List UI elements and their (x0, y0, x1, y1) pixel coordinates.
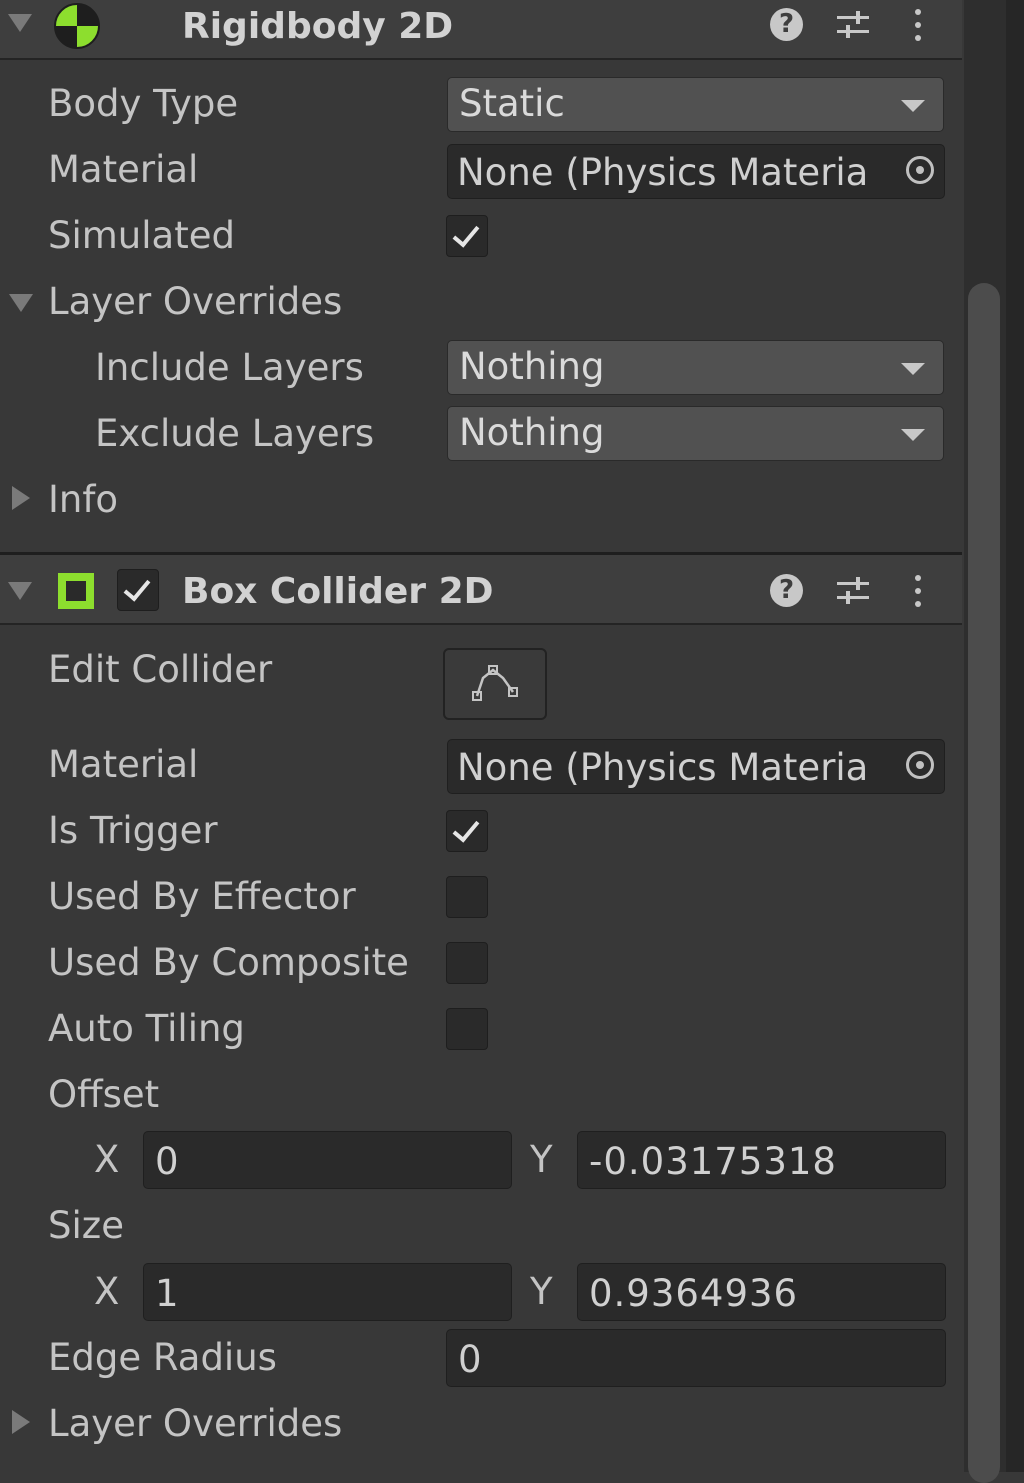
exclude-layers-dropdown[interactable]: Nothing (447, 406, 944, 461)
object-picker-icon[interactable] (906, 751, 934, 779)
offset-x-label[interactable]: X (94, 1138, 119, 1182)
layer-overrides-foldout-arrow[interactable] (12, 1410, 30, 1434)
box-collider-foldout-arrow[interactable] (8, 582, 32, 600)
offset-label: Offset (48, 1073, 160, 1116)
help-icon[interactable]: ? (770, 8, 803, 41)
edit-collider-icon (472, 665, 518, 701)
size-x-label[interactable]: X (94, 1270, 119, 1314)
chevron-down-icon (901, 429, 925, 441)
box-collider-icon (58, 573, 94, 609)
used-by-composite-label: Used By Composite (48, 941, 409, 984)
presets-icon[interactable] (835, 575, 871, 607)
presets-icon[interactable] (835, 9, 871, 41)
offset-y-label[interactable]: Y (530, 1138, 553, 1182)
material-value: None (Physics Materia (457, 151, 869, 194)
info-foldout-arrow[interactable] (12, 486, 30, 510)
help-icon[interactable]: ? (770, 574, 803, 607)
info-label[interactable]: Info (48, 478, 118, 522)
simulated-label: Simulated (48, 214, 235, 257)
body-type-dropdown[interactable]: Static (447, 77, 944, 132)
size-y-value: 0.9364936 (589, 1272, 799, 1315)
edge-radius-label: Edge Radius (48, 1336, 277, 1379)
layer-overrides-foldout-arrow[interactable] (9, 294, 33, 312)
offset-x-field[interactable]: 0 (143, 1131, 512, 1189)
rigidbody-foldout-arrow[interactable] (8, 14, 32, 32)
body-type-label: Body Type (48, 82, 239, 125)
used-by-effector-checkbox[interactable] (446, 876, 488, 918)
size-y-field[interactable]: 0.9364936 (577, 1263, 946, 1321)
chevron-down-icon (901, 363, 925, 375)
include-layers-dropdown[interactable]: Nothing (447, 340, 944, 395)
checkmark-icon (123, 573, 151, 602)
material-object-field[interactable]: None (Physics Materia (447, 739, 945, 794)
edit-collider-button[interactable] (443, 648, 547, 720)
chevron-down-icon (901, 100, 925, 112)
layer-overrides-label[interactable]: Layer Overrides (48, 280, 342, 324)
object-picker-icon[interactable] (906, 156, 934, 184)
offset-x-value: 0 (155, 1140, 180, 1183)
exclude-layers-label: Exclude Layers (95, 412, 375, 455)
include-layers-label: Include Layers (95, 346, 364, 389)
is-trigger-checkbox[interactable] (446, 810, 488, 852)
material-value: None (Physics Materia (457, 746, 869, 789)
auto-tiling-label: Auto Tiling (48, 1007, 245, 1050)
box-collider-enabled-checkbox[interactable] (117, 569, 159, 611)
size-x-value: 1 (155, 1272, 180, 1315)
used-by-composite-checkbox[interactable] (446, 942, 488, 984)
material-label: Material (48, 148, 199, 191)
include-layers-value: Nothing (459, 345, 605, 388)
checkmark-icon (452, 219, 480, 248)
kebab-menu-icon[interactable] (915, 9, 921, 48)
auto-tiling-checkbox[interactable] (446, 1008, 488, 1050)
window-edge (1006, 0, 1024, 1472)
used-by-effector-label: Used By Effector (48, 875, 356, 918)
size-x-field[interactable]: 1 (143, 1263, 512, 1321)
rigidbody-header[interactable] (0, 0, 962, 60)
layer-overrides-label[interactable]: Layer Overrides (48, 1402, 342, 1446)
is-trigger-label: Is Trigger (48, 809, 218, 852)
edge-radius-field[interactable]: 0 (446, 1329, 946, 1387)
rigidbody-icon (54, 3, 100, 49)
box-collider-title: Box Collider 2D (182, 571, 494, 612)
exclude-layers-value: Nothing (459, 411, 605, 454)
material-object-field[interactable]: None (Physics Materia (447, 144, 945, 199)
checkmark-icon (452, 814, 480, 843)
offset-y-value: -0.03175318 (589, 1140, 837, 1183)
size-label: Size (48, 1204, 124, 1247)
offset-y-field[interactable]: -0.03175318 (577, 1131, 946, 1189)
edge-radius-value: 0 (458, 1338, 483, 1381)
kebab-menu-icon[interactable] (915, 575, 921, 614)
body-type-value: Static (459, 82, 565, 125)
rigidbody-title: Rigidbody 2D (182, 6, 454, 47)
simulated-checkbox[interactable] (446, 215, 488, 257)
size-y-label[interactable]: Y (530, 1270, 553, 1314)
edit-collider-label: Edit Collider (48, 648, 273, 691)
scrollbar-thumb[interactable] (968, 283, 1000, 1483)
material-label: Material (48, 743, 199, 786)
